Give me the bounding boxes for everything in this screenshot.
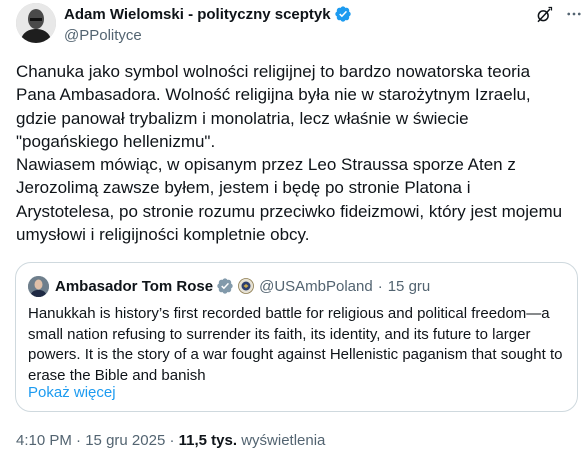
tweet-date[interactable]: 15 gru 2025: [85, 432, 165, 449]
tweet-meta: 4:10 PM · 15 gru 2025 · 11,5 tys. wyświe…: [16, 432, 325, 449]
grok-icon[interactable]: [535, 6, 553, 24]
meta-separator: ·: [76, 432, 82, 449]
verified-badge-icon: [217, 278, 233, 294]
quoted-author-handle[interactable]: @USAmbPoland: [259, 278, 373, 295]
verified-badge-icon: [334, 6, 351, 22]
government-seal-icon: [238, 278, 254, 294]
quoted-separator: ·: [377, 277, 383, 295]
tweet-text: Chanuka jako symbol wolności religijnej …: [16, 62, 563, 245]
views-count: 11,5 tys.: [178, 432, 238, 449]
quoted-date[interactable]: 15 gru: [388, 278, 431, 295]
show-more-link[interactable]: Pokaż więcej: [28, 384, 116, 401]
quoted-tweet-text: Hanukkah is history’s first recorded bat…: [28, 305, 563, 384]
quoted-author-name[interactable]: Ambasador Tom Rose: [55, 278, 213, 295]
views-label: wyświetlenia: [241, 432, 326, 449]
author-handle[interactable]: @PPolityce: [64, 27, 352, 44]
tweet-time[interactable]: 4:10 PM: [16, 432, 72, 449]
author-name[interactable]: Adam Wielomski - polityczny sceptyk: [64, 6, 331, 23]
author-avatar[interactable]: [16, 3, 56, 43]
quoted-author-avatar[interactable]: [28, 275, 49, 297]
more-options-icon[interactable]: [565, 4, 583, 24]
meta-separator: ·: [169, 432, 175, 449]
quoted-tweet[interactable]: Ambasador Tom Rose @USAmbPoland · 15 gru…: [15, 262, 578, 412]
